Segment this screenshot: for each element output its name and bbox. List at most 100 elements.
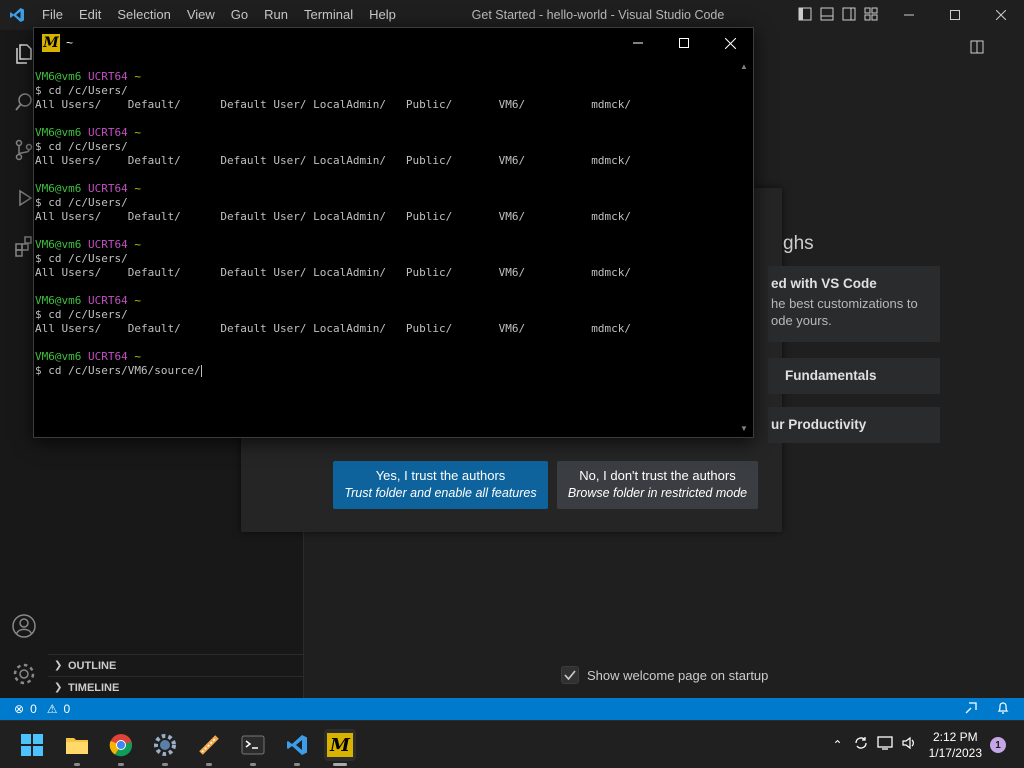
volume-icon[interactable] [901, 735, 917, 756]
scroll-up-arrow-icon[interactable]: ▲ [740, 62, 748, 71]
terminal-window-controls [615, 28, 753, 58]
menu-terminal[interactable]: Terminal [296, 0, 361, 30]
walkthrough-card-productivity[interactable]: ur Productivity [768, 407, 940, 443]
dont-trust-authors-button[interactable]: No, I don't trust the authors Browse fol… [557, 461, 758, 509]
chrome-icon[interactable] [105, 729, 137, 766]
show-hidden-icons-chevron-icon[interactable]: ⌃ [833, 738, 843, 752]
menu-help[interactable]: Help [361, 0, 404, 30]
untrust-button-subtitle: Browse folder in restricted mode [567, 486, 748, 500]
chevron-right-icon: ❯ [54, 660, 63, 671]
settings-icon[interactable] [149, 729, 181, 766]
prompt-env: UCRT64 [87, 126, 128, 139]
manage-gear-icon[interactable] [0, 650, 48, 698]
welcome-checkbox-label: Show welcome page on startup [587, 667, 769, 683]
terminal-maximize-icon[interactable] [661, 28, 707, 58]
prompt-dir: ~ [134, 70, 141, 83]
prompt-env: UCRT64 [87, 70, 128, 83]
walkthrough-card-getting-started[interactable]: ed with VS Code he best customizations t… [768, 266, 940, 342]
welcome-checkbox[interactable] [561, 666, 579, 684]
terminal-command: $ cd /c/Users/ [35, 308, 128, 321]
notifications-bell-icon[interactable] [996, 701, 1010, 718]
system-tray: ⌃ 2:12 PM 1/17/2023 1 [833, 721, 1024, 768]
menu-file[interactable]: File [34, 0, 71, 30]
timeline-label: TIMELINE [68, 681, 120, 694]
display-icon[interactable] [876, 735, 893, 756]
maximize-icon[interactable] [932, 0, 978, 30]
terminal-listing: All Users/ Default/ Default User/ LocalA… [35, 266, 632, 279]
terminal-icon[interactable] [237, 729, 269, 766]
prompt-dir: ~ [134, 182, 141, 195]
windows-taskbar: M ⌃ 2:12 PM 1/17/2023 1 [0, 720, 1024, 768]
prompt-user: VM6@vm6 [35, 294, 82, 307]
customize-layout-icon[interactable] [862, 5, 880, 23]
running-indicator [294, 763, 300, 766]
app-icon[interactable] [193, 729, 225, 766]
minimize-icon[interactable] [886, 0, 932, 30]
toggle-secondary-sidebar-icon[interactable] [840, 5, 858, 23]
accounts-icon[interactable] [0, 602, 48, 650]
terminal-output[interactable]: VM6@vm6 UCRT64 ~ $ cd /c/Users/All Users/… [35, 70, 735, 430]
terminal-titlebar: M ~ [34, 28, 753, 58]
split-editor-icon[interactable] [970, 40, 984, 59]
running-indicator [118, 763, 124, 766]
prompt-dir: ~ [134, 126, 141, 139]
running-indicator [74, 763, 80, 766]
msys2-logo: M [327, 733, 353, 757]
menu-selection[interactable]: Selection [109, 0, 178, 30]
terminal-minimize-icon[interactable] [615, 28, 661, 58]
error-icon: ⊗ [14, 702, 25, 716]
running-indicator [162, 763, 168, 766]
prompt-dir: ~ [134, 238, 141, 251]
walkthrough-card-fundamentals[interactable]: Fundamentals [768, 358, 940, 394]
terminal-prompt-line: VM6@vm6 UCRT64 ~ [35, 294, 735, 308]
outline-label: OUTLINE [68, 659, 117, 672]
terminal-listing: All Users/ Default/ Default User/ LocalA… [35, 322, 632, 335]
terminal-prompt-line: VM6@vm6 UCRT64 ~ [35, 70, 735, 84]
vscode-logo-icon [0, 0, 34, 30]
problems-status[interactable]: ⊗ 0 ⚠ 0 [0, 702, 70, 716]
terminal-close-icon[interactable] [707, 28, 753, 58]
terminal-prompt-line: VM6@vm6 UCRT64 ~ [35, 182, 735, 196]
terminal-listing: All Users/ Default/ Default User/ LocalA… [35, 98, 632, 111]
desktop: File Edit Selection View Go Run Terminal… [0, 0, 1024, 768]
vscode-icon[interactable] [281, 729, 313, 766]
feedback-icon[interactable] [964, 701, 978, 718]
clock-date: 1/17/2023 [928, 746, 982, 760]
sync-icon[interactable] [853, 735, 869, 756]
menu-go[interactable]: Go [223, 0, 256, 30]
running-indicator [333, 763, 347, 766]
msys2-icon[interactable]: M [324, 729, 356, 766]
terminal-cursor [200, 365, 202, 377]
start-icon[interactable] [16, 729, 48, 761]
notification-badge[interactable]: 1 [990, 737, 1006, 753]
scroll-down-arrow-icon[interactable]: ▼ [740, 424, 748, 433]
close-icon[interactable] [978, 0, 1024, 30]
prompt-env: UCRT64 [87, 350, 128, 363]
timeline-section[interactable]: ❯ TIMELINE [48, 676, 304, 698]
untrust-button-title: No, I don't trust the authors [579, 468, 736, 483]
prompt-user: VM6@vm6 [35, 70, 82, 83]
toggle-panel-icon[interactable] [818, 5, 836, 23]
menu-view[interactable]: View [179, 0, 223, 30]
prompt-user: VM6@vm6 [35, 126, 82, 139]
toggle-primary-sidebar-icon[interactable] [796, 5, 814, 23]
chevron-right-icon: ❯ [54, 682, 63, 693]
status-bar: ⊗ 0 ⚠ 0 [0, 698, 1024, 720]
terminal-current-command: $ cd /c/Users/VM6/source/ [35, 364, 202, 377]
prompt-env: UCRT64 [87, 182, 128, 195]
file-explorer-icon[interactable] [61, 729, 93, 766]
walkthroughs-heading: ghs [783, 233, 814, 254]
warning-icon: ⚠ [46, 702, 58, 716]
menu-bar: File Edit Selection View Go Run Terminal… [34, 0, 404, 30]
window-title: Get Started - hello-world - Visual Studi… [471, 8, 725, 22]
menu-edit[interactable]: Edit [71, 0, 109, 30]
menu-run[interactable]: Run [256, 0, 296, 30]
outline-section[interactable]: ❯ OUTLINE [48, 654, 304, 676]
trust-authors-button[interactable]: Yes, I trust the authors Trust folder an… [333, 461, 548, 509]
terminal-scrollbar[interactable]: ▲ ▼ [736, 58, 753, 437]
clock[interactable]: 2:12 PM 1/17/2023 [929, 729, 982, 761]
